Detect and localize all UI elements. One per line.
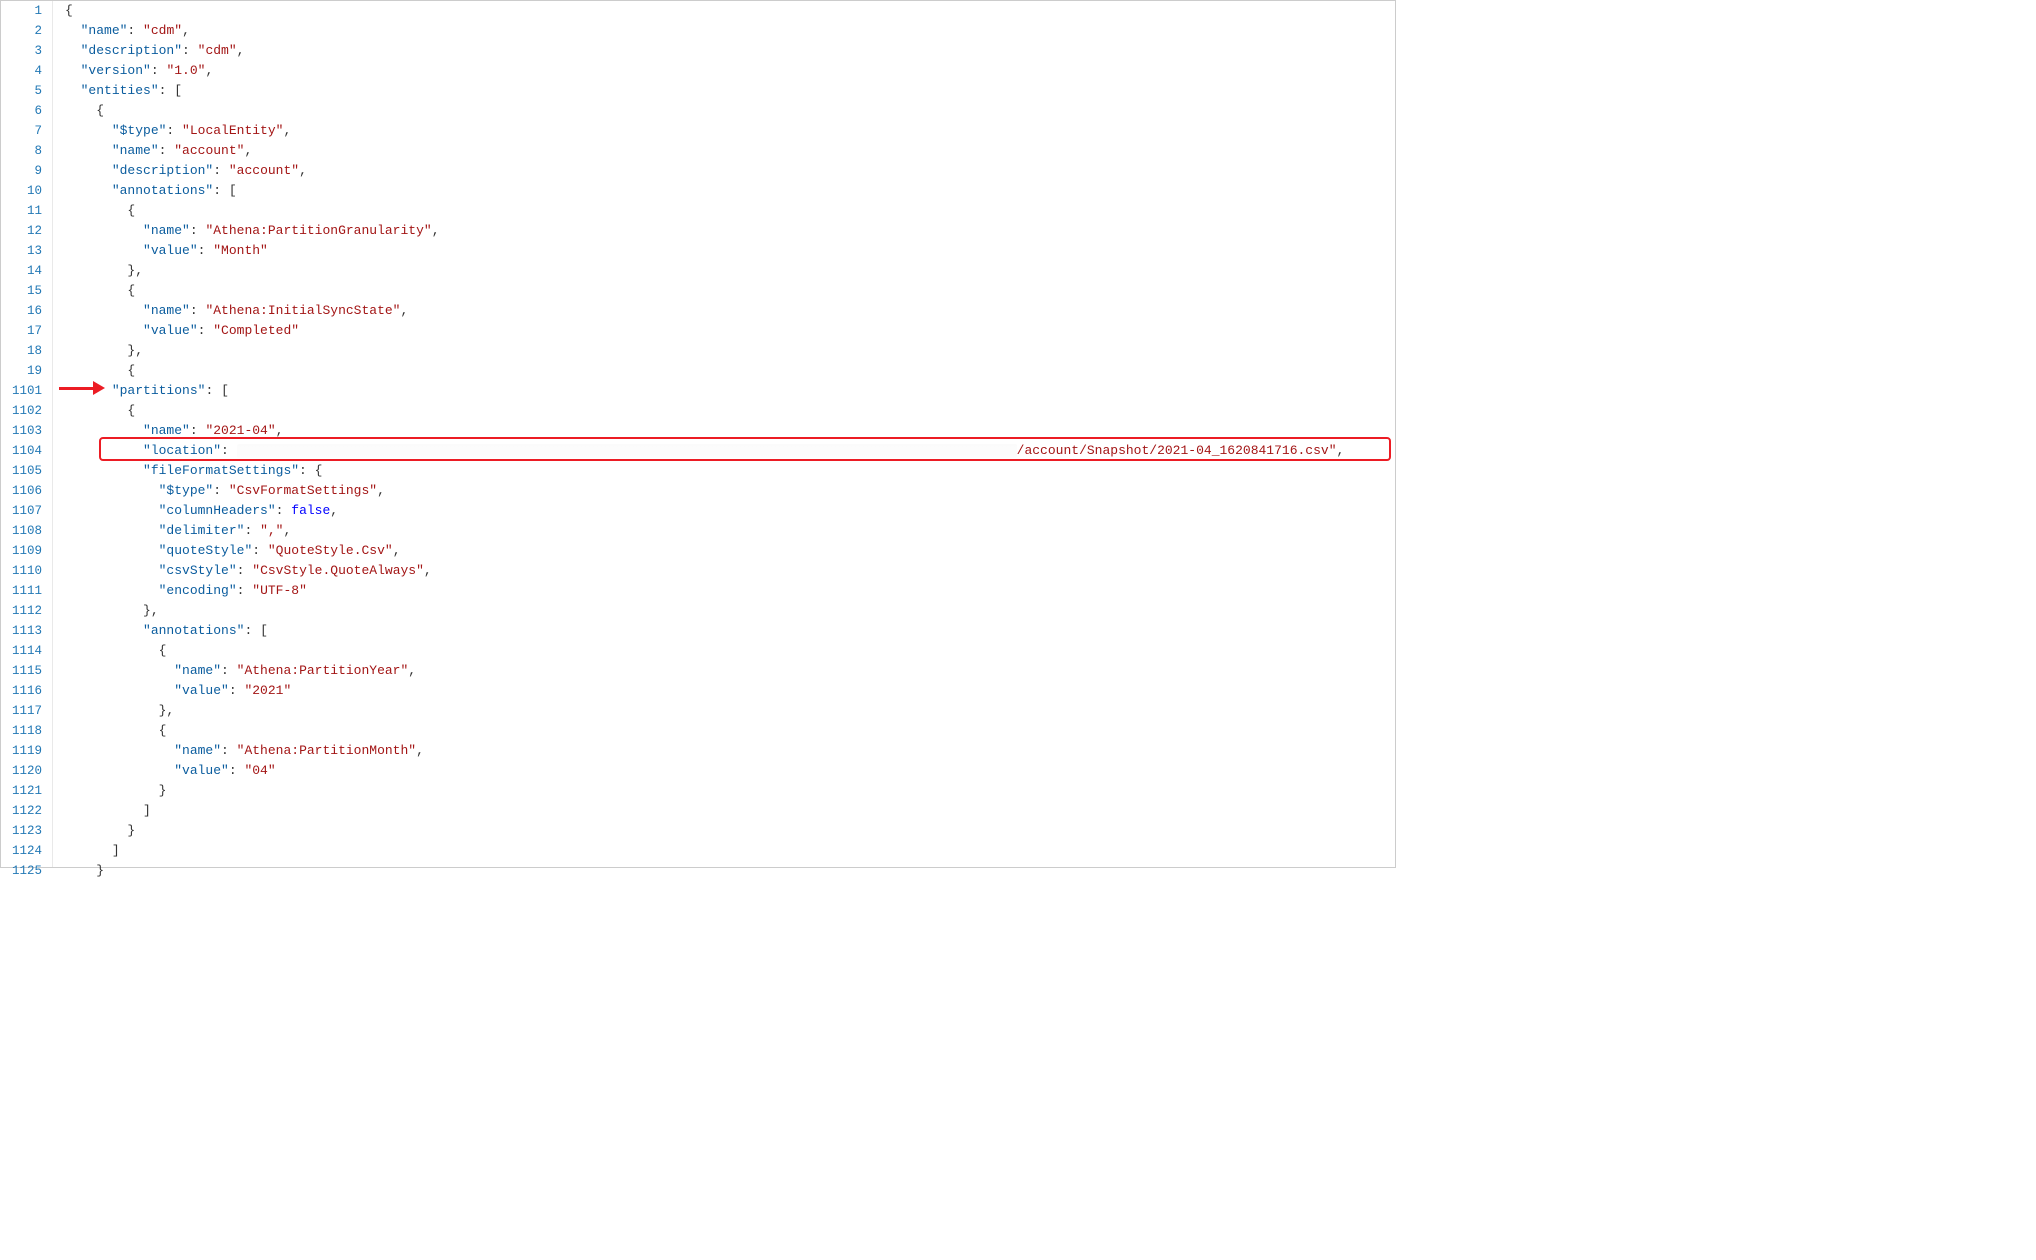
code-line: "name": "cdm", [65, 21, 1395, 41]
line-number: 16 [1, 301, 42, 321]
code-line: "name": "Athena:PartitionGranularity", [65, 221, 1395, 241]
line-number: 1107 [1, 501, 42, 521]
code-line: "columnHeaders": false, [65, 501, 1395, 521]
line-number: 13 [1, 241, 42, 261]
code-line: "$type": "LocalEntity", [65, 121, 1395, 141]
code-line: "encoding": "UTF-8" [65, 581, 1395, 601]
code-line: "partitions": [ [65, 381, 1395, 401]
code-line: { [65, 1, 1395, 21]
line-number: 7 [1, 121, 42, 141]
code-line: }, [65, 341, 1395, 361]
line-number: 1110 [1, 561, 42, 581]
line-number: 18 [1, 341, 42, 361]
code-line: "csvStyle": "CsvStyle.QuoteAlways", [65, 561, 1395, 581]
code-line: "description": "account", [65, 161, 1395, 181]
line-number: 1111 [1, 581, 42, 601]
code-editor-frame: 1 2 3 4 5 6 7 8 9 10 11 12 13 14 15 16 1… [0, 0, 1396, 868]
code-line: { [65, 401, 1395, 421]
line-number: 1106 [1, 481, 42, 501]
code-line: "value": "2021" [65, 681, 1395, 701]
code-line: }, [65, 261, 1395, 281]
code-line: "delimiter": ",", [65, 521, 1395, 541]
code-line: "quoteStyle": "QuoteStyle.Csv", [65, 541, 1395, 561]
code-line: } [65, 781, 1395, 801]
line-number: 10 [1, 181, 42, 201]
line-number: 1116 [1, 681, 42, 701]
line-number-gutter: 1 2 3 4 5 6 7 8 9 10 11 12 13 14 15 16 1… [1, 1, 53, 867]
line-number: 1123 [1, 821, 42, 841]
line-number: 15 [1, 281, 42, 301]
line-number: 1118 [1, 721, 42, 741]
line-number: 1115 [1, 661, 42, 681]
code-line: "name": "Athena:InitialSyncState", [65, 301, 1395, 321]
redacted-location-value [237, 444, 1017, 458]
line-number: 1117 [1, 701, 42, 721]
line-number: 1108 [1, 521, 42, 541]
line-number: 1109 [1, 541, 42, 561]
line-number: 2 [1, 21, 42, 41]
code-viewport: 1 2 3 4 5 6 7 8 9 10 11 12 13 14 15 16 1… [1, 1, 1395, 867]
line-number: 8 [1, 141, 42, 161]
line-number: 1119 [1, 741, 42, 761]
line-number: 1112 [1, 601, 42, 621]
code-line: { [65, 641, 1395, 661]
line-number: 12 [1, 221, 42, 241]
code-line: "value": "Month" [65, 241, 1395, 261]
code-line: } [65, 861, 1395, 881]
line-number: 1122 [1, 801, 42, 821]
code-line: "name": "Athena:PartitionMonth", [65, 741, 1395, 761]
code-line: } [65, 821, 1395, 841]
code-line: ] [65, 841, 1395, 861]
code-line: "version": "1.0", [65, 61, 1395, 81]
code-line: "location": /account/Snapshot/2021-04_16… [65, 441, 1395, 461]
line-number: 1103 [1, 421, 42, 441]
line-number: 5 [1, 81, 42, 101]
line-number: 1101 [1, 381, 42, 401]
line-number: 1102 [1, 401, 42, 421]
line-number: 17 [1, 321, 42, 341]
line-number: 14 [1, 261, 42, 281]
line-number: 1 [1, 1, 42, 21]
code-line: "entities": [ [65, 81, 1395, 101]
line-number: 1105 [1, 461, 42, 481]
line-number: 1120 [1, 761, 42, 781]
line-number: 11 [1, 201, 42, 221]
line-number: 1124 [1, 841, 42, 861]
code-line: { [65, 281, 1395, 301]
code-line: }, [65, 601, 1395, 621]
code-line: { [65, 361, 1395, 381]
code-line: "fileFormatSettings": { [65, 461, 1395, 481]
line-number: 6 [1, 101, 42, 121]
line-number: 1104 [1, 441, 42, 461]
line-number: 4 [1, 61, 42, 81]
code-line: "name": "2021-04", [65, 421, 1395, 441]
line-number: 19 [1, 361, 42, 381]
line-number: 1113 [1, 621, 42, 641]
code-line: "annotations": [ [65, 621, 1395, 641]
line-number: 1114 [1, 641, 42, 661]
code-line: "value": "Completed" [65, 321, 1395, 341]
code-content-area[interactable]: { "name": "cdm", "description": "cdm", "… [53, 1, 1395, 867]
code-line: "value": "04" [65, 761, 1395, 781]
line-number: 1125 [1, 861, 42, 881]
code-line: "$type": "CsvFormatSettings", [65, 481, 1395, 501]
line-number: 3 [1, 41, 42, 61]
code-line: { [65, 201, 1395, 221]
line-number: 9 [1, 161, 42, 181]
code-line: { [65, 101, 1395, 121]
code-line: { [65, 721, 1395, 741]
code-line: ] [65, 801, 1395, 821]
code-line: "name": "account", [65, 141, 1395, 161]
line-number: 1121 [1, 781, 42, 801]
code-line: "name": "Athena:PartitionYear", [65, 661, 1395, 681]
code-line: "annotations": [ [65, 181, 1395, 201]
code-line: }, [65, 701, 1395, 721]
code-line: "description": "cdm", [65, 41, 1395, 61]
